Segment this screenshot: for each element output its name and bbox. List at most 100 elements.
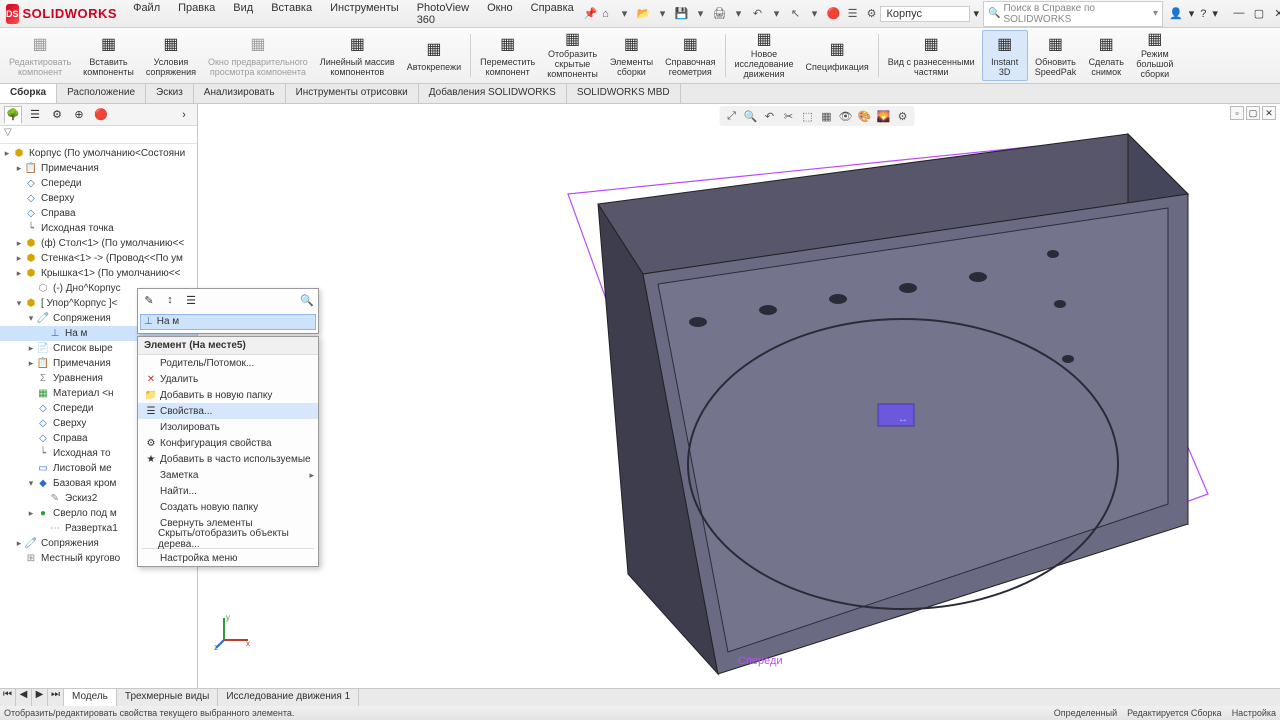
ribbon-Instant[interactable]: ▦Instant3D bbox=[982, 30, 1028, 81]
menu-Инструменты[interactable]: Инструменты bbox=[326, 0, 403, 28]
orientation-triad[interactable]: y x z bbox=[214, 610, 254, 650]
tree-item[interactable]: ◇Спереди bbox=[0, 176, 197, 191]
expand-icon[interactable]: ▸ bbox=[26, 358, 36, 369]
tab-Сборка[interactable]: Сборка bbox=[0, 84, 57, 103]
maximize-button[interactable]: ▢ bbox=[1250, 7, 1268, 20]
options-icon[interactable]: ☰ bbox=[845, 6, 861, 22]
menu-item-Удалить[interactable]: ✕Удалить bbox=[138, 371, 318, 387]
ribbon-Спецификация[interactable]: ▦Спецификация bbox=[801, 30, 874, 81]
ribbon-Режим[interactable]: ▦Режимбольшойсборки bbox=[1131, 30, 1178, 81]
menu-item-Изолировать[interactable]: Изолировать bbox=[138, 419, 318, 435]
pin-icon[interactable]: 📌 bbox=[584, 7, 598, 20]
mt-edit-icon[interactable]: ✎ bbox=[140, 291, 158, 309]
expand-icon[interactable]: ▸ bbox=[26, 508, 36, 519]
graphics-viewport[interactable]: ▫ ▢ ✕ ⤢ 🔍 ↶ ✂ ⬚ ▦ 👁 🎨 🌄 ⚙ bbox=[198, 104, 1280, 690]
menu-Вставка[interactable]: Вставка bbox=[267, 0, 316, 28]
open-icon[interactable]: 📂 bbox=[636, 6, 652, 22]
dimxpert-tab-icon[interactable]: ⊕ bbox=[70, 106, 88, 124]
pager-next-icon[interactable]: ▶ bbox=[32, 689, 48, 706]
view-orient-icon[interactable]: ⬚ bbox=[800, 108, 816, 124]
tab-Расположение[interactable]: Расположение bbox=[57, 84, 146, 103]
expand-icon[interactable]: ▸ bbox=[14, 253, 24, 264]
appearance-icon[interactable]: 🎨 bbox=[857, 108, 873, 124]
ribbon-Сделать[interactable]: ▦Сделатьснимок bbox=[1083, 30, 1129, 81]
ribbon-Обновить[interactable]: ▦ОбновитьSpeedPak bbox=[1030, 30, 1082, 81]
expand-icon[interactable]: ▾ bbox=[26, 478, 36, 489]
menu-item-Родитель/Потомок...[interactable]: Родитель/Потомок... bbox=[138, 355, 318, 371]
tree-item[interactable]: ◇Сверху bbox=[0, 191, 197, 206]
menu-Вид[interactable]: Вид bbox=[229, 0, 257, 28]
tab-Добавления SOLIDWORKS[interactable]: Добавления SOLIDWORKS bbox=[419, 84, 567, 103]
tree-filter[interactable]: ▽ bbox=[0, 126, 197, 144]
menu-item-Добавить в часто используемые[interactable]: ★Добавить в часто используемые bbox=[138, 451, 318, 467]
menu-item-Настройка меню[interactable]: Настройка меню bbox=[138, 550, 318, 566]
menu-PhotoView 360[interactable]: PhotoView 360 bbox=[413, 0, 473, 28]
close-button[interactable]: ✕ bbox=[1270, 7, 1280, 20]
user-icon[interactable]: 👤 bbox=[1169, 7, 1183, 20]
ribbon-Переместить[interactable]: ▦Переместитькомпонент bbox=[475, 30, 540, 81]
tree-root[interactable]: ▸ ⬢ Корпус (По умолчанию<Состояни bbox=[0, 146, 197, 161]
menu-item-Скрыть/отобразить объекты дерева...[interactable]: Скрыть/отобразить объекты дерева... bbox=[138, 531, 318, 547]
zoom-fit-icon[interactable]: ⤢ bbox=[724, 108, 740, 124]
ribbon-Линейный массив[interactable]: ▦Линейный массивкомпонентов bbox=[315, 30, 400, 81]
bottom-tab-Исследование движения 1[interactable]: Исследование движения 1 bbox=[218, 689, 359, 706]
menu-item-Заметка[interactable]: Заметка▸ bbox=[138, 467, 318, 483]
ribbon-Отобразить[interactable]: ▦Отобразитьскрытыекомпоненты bbox=[542, 30, 603, 81]
view-settings-icon[interactable]: ⚙ bbox=[895, 108, 911, 124]
expand-icon[interactable]: ▸ bbox=[14, 238, 24, 249]
ribbon-Элементы[interactable]: ▦Элементысборки bbox=[605, 30, 658, 81]
rebuild-icon[interactable]: 🔴 bbox=[826, 6, 842, 22]
tree-item[interactable]: ▸📋Примечания bbox=[0, 161, 197, 176]
print-icon[interactable]: 🖨 bbox=[712, 6, 728, 22]
expand-icon[interactable]: ▾ bbox=[26, 313, 36, 324]
panel-expand-icon[interactable]: › bbox=[175, 106, 193, 124]
menu-Окно[interactable]: Окно bbox=[483, 0, 517, 28]
settings-gear-icon[interactable]: ⚙ bbox=[864, 6, 880, 22]
ribbon-Справочная[interactable]: ▦Справочнаягеометрия bbox=[660, 30, 720, 81]
property-manager-tab-icon[interactable]: ☰ bbox=[26, 106, 44, 124]
bottom-tab-Модель[interactable]: Модель bbox=[64, 689, 117, 706]
minimize-button[interactable]: — bbox=[1230, 7, 1248, 20]
select-cursor-icon[interactable]: ↖ bbox=[788, 6, 804, 22]
display-manager-tab-icon[interactable]: 🔴 bbox=[92, 106, 110, 124]
tree-item[interactable]: ▸⬢Стенка<1> -> (Провод<<По ум bbox=[0, 251, 197, 266]
menu-item-Создать новую папку[interactable]: Создать новую папку bbox=[138, 499, 318, 515]
expand-icon[interactable]: ▸ bbox=[26, 343, 36, 354]
home-icon[interactable]: ⌂ bbox=[598, 6, 614, 22]
menu-item-Конфигурация свойства[interactable]: ⚙Конфигурация свойства bbox=[138, 435, 318, 451]
config-manager-tab-icon[interactable]: ⚙ bbox=[48, 106, 66, 124]
mt-zoom-icon[interactable]: 🔍 bbox=[298, 291, 316, 309]
menu-Справка[interactable]: Справка bbox=[527, 0, 578, 28]
mt-selected-row[interactable]: ⊥ На м bbox=[140, 314, 316, 330]
tree-item[interactable]: ◇Справа bbox=[0, 206, 197, 221]
menu-Правка[interactable]: Правка bbox=[174, 0, 219, 28]
ribbon-Условия[interactable]: ▦Условиясопряжения bbox=[141, 30, 201, 81]
pager-last-icon[interactable]: ⏭ bbox=[48, 689, 64, 706]
tree-item[interactable]: ┕Исходная точка bbox=[0, 221, 197, 236]
feature-tree-tab-icon[interactable]: 🌳 bbox=[4, 106, 22, 124]
menu-Файл[interactable]: Файл bbox=[129, 0, 164, 28]
zoom-area-icon[interactable]: 🔍 bbox=[743, 108, 759, 124]
help-icon[interactable]: ? bbox=[1200, 8, 1206, 20]
ribbon-Вид с разнесенными[interactable]: ▦Вид с разнесеннымичастями bbox=[883, 30, 980, 81]
menu-item-Добавить в новую папку[interactable]: 📁Добавить в новую папку bbox=[138, 387, 318, 403]
hide-show-icon[interactable]: 👁 bbox=[838, 108, 854, 124]
expand-icon[interactable]: ▸ bbox=[14, 538, 24, 549]
tab-SOLIDWORKS MBD[interactable]: SOLIDWORKS MBD bbox=[567, 84, 681, 103]
pager-prev-icon[interactable]: ◀ bbox=[16, 689, 32, 706]
ribbon-Новое[interactable]: ▦Новоеисследованиедвижения bbox=[730, 30, 799, 81]
section-view-icon[interactable]: ✂ bbox=[781, 108, 797, 124]
tab-Эскиз[interactable]: Эскиз bbox=[146, 84, 194, 103]
help-search-input[interactable]: 🔍 Поиск в Справке по SOLIDWORKS ▾ bbox=[983, 1, 1163, 27]
ribbon-Автокрепежи[interactable]: ▦Автокрепежи bbox=[402, 30, 466, 81]
save-icon[interactable]: 💾 bbox=[674, 6, 690, 22]
tab-Инструменты отрисовки[interactable]: Инструменты отрисовки bbox=[286, 84, 419, 103]
menu-item-Найти...[interactable]: Найти... bbox=[138, 483, 318, 499]
bottom-tab-Трехмерные виды[interactable]: Трехмерные виды bbox=[117, 689, 218, 706]
expand-icon[interactable]: ▸ bbox=[14, 268, 24, 279]
pager-first-icon[interactable]: ⏮ bbox=[0, 689, 16, 706]
mt-suppress-icon[interactable]: ↕ bbox=[161, 291, 179, 309]
tree-item[interactable]: ▸⬢(ф) Стол<1> (По умолчанию<< bbox=[0, 236, 197, 251]
display-style-icon[interactable]: ▦ bbox=[819, 108, 835, 124]
tree-item[interactable]: ▸⬢Крышка<1> (По умолчанию<< bbox=[0, 266, 197, 281]
